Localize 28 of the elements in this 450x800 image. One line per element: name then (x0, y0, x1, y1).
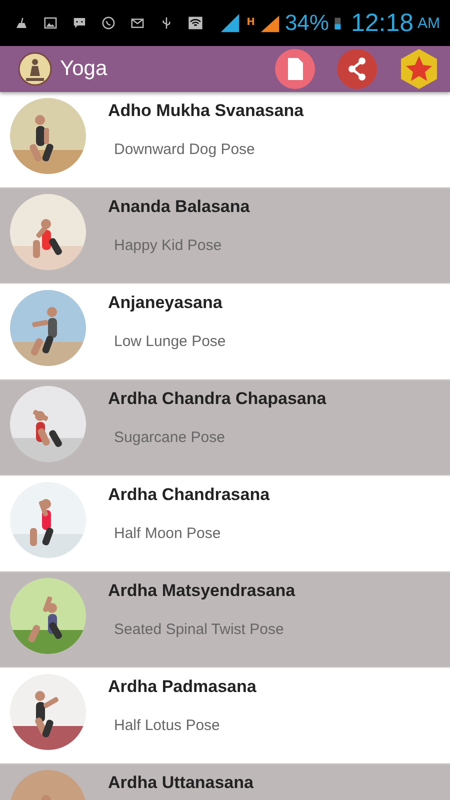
battery-percent: 34% (284, 10, 329, 36)
pose-english-name: Happy Kid Pose (114, 237, 223, 254)
pose-name: Adho Mukha Svanasana (108, 101, 304, 121)
pose-name: Ardha Uttanasana (108, 773, 254, 793)
pose-name: Ananda Balasana (108, 197, 250, 217)
pose-english-name: Half Moon Pose (114, 525, 222, 542)
clock-time: 12:18 (350, 8, 414, 38)
app-logo-icon (18, 52, 52, 86)
document-button[interactable] (274, 48, 316, 90)
pose-english-name: Sugarcane Pose (114, 429, 226, 446)
pose-name: Ardha Matsyendrasana (108, 581, 296, 601)
star-badge-button[interactable] (398, 48, 440, 90)
pose-english-name: Downward Dog Pose (114, 141, 256, 158)
pose-name: Ardha Padmasana (108, 677, 256, 697)
network-type: H (246, 16, 255, 28)
pose-english-name: Seated Spinal Twist Pose (114, 621, 285, 638)
clock-meridiem: AM (418, 14, 440, 32)
pose-list-item[interactable]: Ardha Uttanasana (0, 764, 450, 800)
share-button[interactable] (336, 48, 378, 90)
pose-name: Ardha Chandra Chapasana (108, 389, 326, 409)
pose-name: Anjaneyasana (108, 293, 224, 313)
pose-english-name: Half Lotus Pose (114, 717, 221, 734)
pose-list-item[interactable]: Ananda Balasana Happy Kid Pose (0, 188, 450, 284)
pose-name: Ardha Chandrasana (108, 485, 270, 505)
pose-list-item[interactable]: Ardha Matsyendrasana Seated Spinal Twist Pose (0, 572, 450, 668)
app-title: Yoga (60, 57, 108, 81)
pose-english-name: Low Lunge Pose (114, 333, 226, 350)
pose-list-item[interactable]: Ardha Chandra Chapasana Sugarcane Pose (0, 380, 450, 476)
